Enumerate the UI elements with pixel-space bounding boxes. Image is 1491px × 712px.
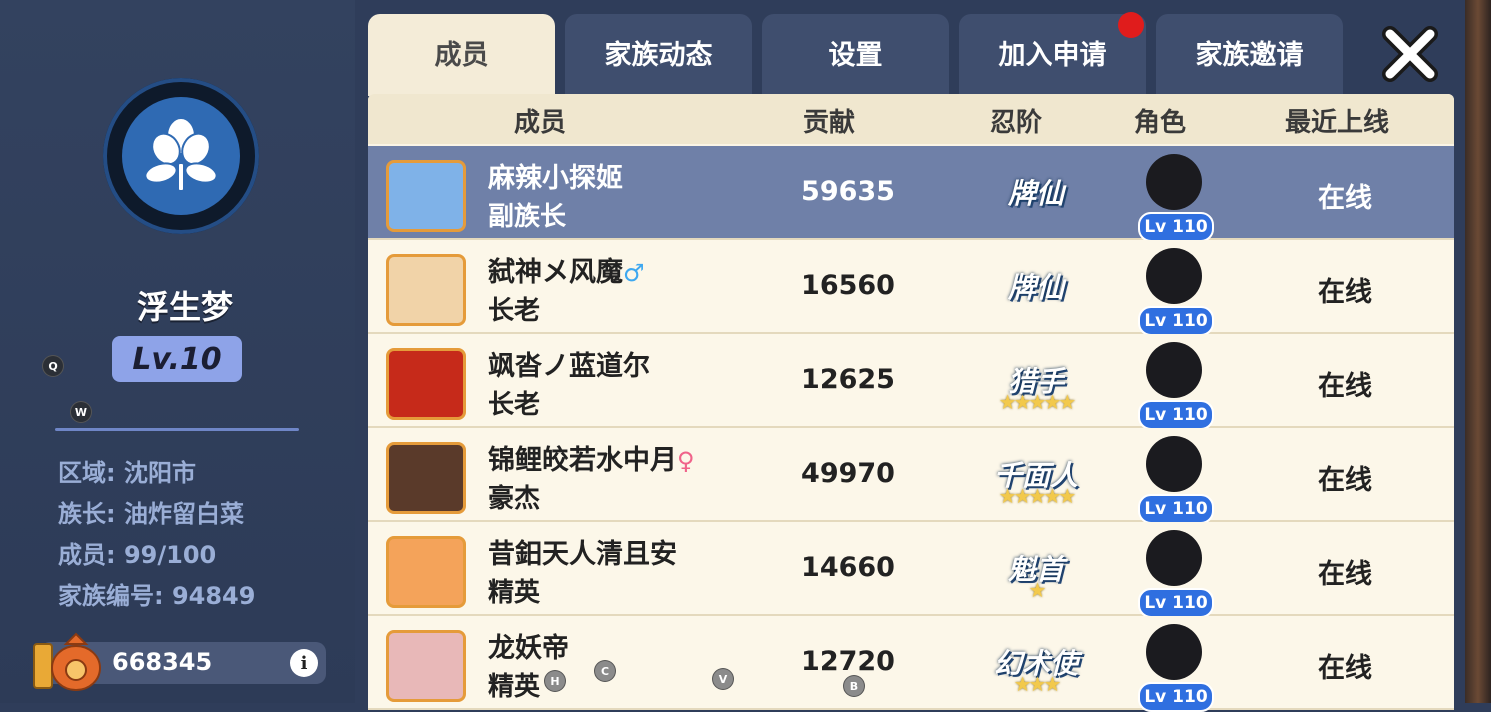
online-status: 在线 [1318,371,1372,402]
header-character: 角色 [1134,108,1187,138]
member-contribution: 16560 [801,270,895,301]
character-level: Lv 110 [1138,682,1214,712]
member-avatar[interactable] [386,348,466,420]
member-name: 昔鈤天人清且安 [488,539,677,570]
family-leader: 族长: 油炸留白菜 [58,500,244,528]
rank-stars: ★★★★★ [998,484,1077,508]
hotkey-b[interactable]: B [844,676,864,696]
rank-stars: ★★★ [1013,672,1062,696]
member-name: 龙妖帝 [488,633,569,664]
header-member: 成员 [514,108,567,138]
character-level: Lv 110 [1138,494,1214,524]
family-name: 浮生梦 [136,288,233,326]
tab-family-news[interactable]: 家族动态 [565,14,752,96]
member-contribution: 49970 [801,458,895,489]
member-name: 飒沓ノ蓝道尔 [488,351,650,382]
tab-members[interactable]: 成员 [368,14,555,96]
member-rank: 副族长 [488,202,567,232]
flower-crest-icon [144,117,218,192]
member-avatar[interactable] [386,160,466,232]
member-name: 麻辣小探姬 [488,163,623,194]
rank-stars: ★ [1028,578,1047,602]
character-portrait [1146,248,1202,304]
member-contribution: 12625 [801,364,895,395]
hotkey-q[interactable]: Q [43,356,63,376]
online-status: 在线 [1318,653,1372,684]
character-portrait [1146,342,1202,398]
character-level: Lv 110 [1138,212,1214,242]
family-id: 家族编号: 94849 [58,582,256,610]
ninja-rank-title: 牌仙 [1007,177,1064,210]
table-row[interactable]: 昔鈤天人清且安 精英 14660 魁首 ★ Lv 110 在线 [368,522,1454,618]
family-member-count: 成员: 99/100 [58,541,217,569]
character-portrait [1146,154,1202,210]
table-row[interactable]: 麻辣小探姬 副族长 59635 牌仙 Lv 110 在线 [368,146,1454,242]
member-rank: 长老 [488,390,541,420]
member-contribution: 12720 [801,646,895,677]
member-avatar[interactable] [386,536,466,608]
hotkey-h[interactable]: H [545,671,565,691]
member-table: 成员 贡献 忍阶 角色 最近上线 麻辣小探姬 副族长 59635 牌仙 Lv 1… [368,94,1454,712]
member-name: 锦鲤皎若水中月♀ [488,445,695,476]
table-row[interactable]: 龙妖帝 精英 12720 幻术使 ★★★ Lv 110 在线 [368,616,1454,712]
member-rank: 豪杰 [488,484,541,514]
online-status: 在线 [1318,465,1372,496]
tab-family-invite[interactable]: 家族邀请 [1156,14,1343,96]
member-rank: 长老 [488,296,541,326]
gender-icon: ♀ [677,447,695,475]
character-portrait [1146,436,1202,492]
table-row[interactable]: 飒沓ノ蓝道尔 长老 12625 猎手 ★★★★★ Lv 110 在线 [368,334,1454,430]
character-level: Lv 110 [1138,400,1214,430]
table-row[interactable]: 弑神メ风魔♂ 长老 16560 牌仙 Lv 110 在线 [368,240,1454,336]
header-contribution: 贡献 [803,108,856,138]
header-last-online: 最近上线 [1285,108,1390,138]
character-level: Lv 110 [1138,588,1214,618]
member-avatar[interactable] [386,630,466,702]
tab-settings[interactable]: 设置 [762,14,949,96]
ninja-rank-title: 牌仙 [1007,271,1064,304]
online-status: 在线 [1318,559,1372,590]
notification-dot [1118,12,1144,38]
online-status: 在线 [1318,183,1372,214]
online-status: 在线 [1318,277,1372,308]
table-header: 成员 贡献 忍阶 角色 最近上线 [368,94,1454,144]
money-bag-icon [33,632,101,691]
info-icon[interactable]: i [290,649,318,677]
hotkey-v[interactable]: V [713,669,733,689]
family-funds-value: 668345 [112,648,213,676]
member-rank: 精英 [488,578,541,608]
member-contribution: 14660 [801,552,895,583]
hotkey-c[interactable]: C [595,661,615,681]
family-level-badge: Lv.10 [112,336,242,382]
member-avatar[interactable] [386,442,466,514]
character-portrait [1146,624,1202,680]
character-level: Lv 110 [1138,306,1214,336]
rank-stars: ★★★★★ [998,390,1077,414]
member-avatar[interactable] [386,254,466,326]
hotkey-w[interactable]: W [71,402,91,422]
gender-icon: ♂ [623,259,645,287]
family-emblem [103,78,259,234]
family-region: 区域: 沈阳市 [58,459,196,487]
member-contribution: 59635 [801,176,895,207]
close-icon[interactable] [1380,24,1440,84]
table-row[interactable]: 锦鲤皎若水中月♀ 豪杰 49970 千面人 ★★★★★ Lv 110 在线 [368,428,1454,524]
member-name: 弑神メ风魔♂ [488,257,645,288]
character-portrait [1146,530,1202,586]
divider [55,428,299,431]
member-rank: 精英 [488,672,541,702]
background-edge [1465,0,1491,703]
header-ninja-rank: 忍阶 [990,108,1043,138]
